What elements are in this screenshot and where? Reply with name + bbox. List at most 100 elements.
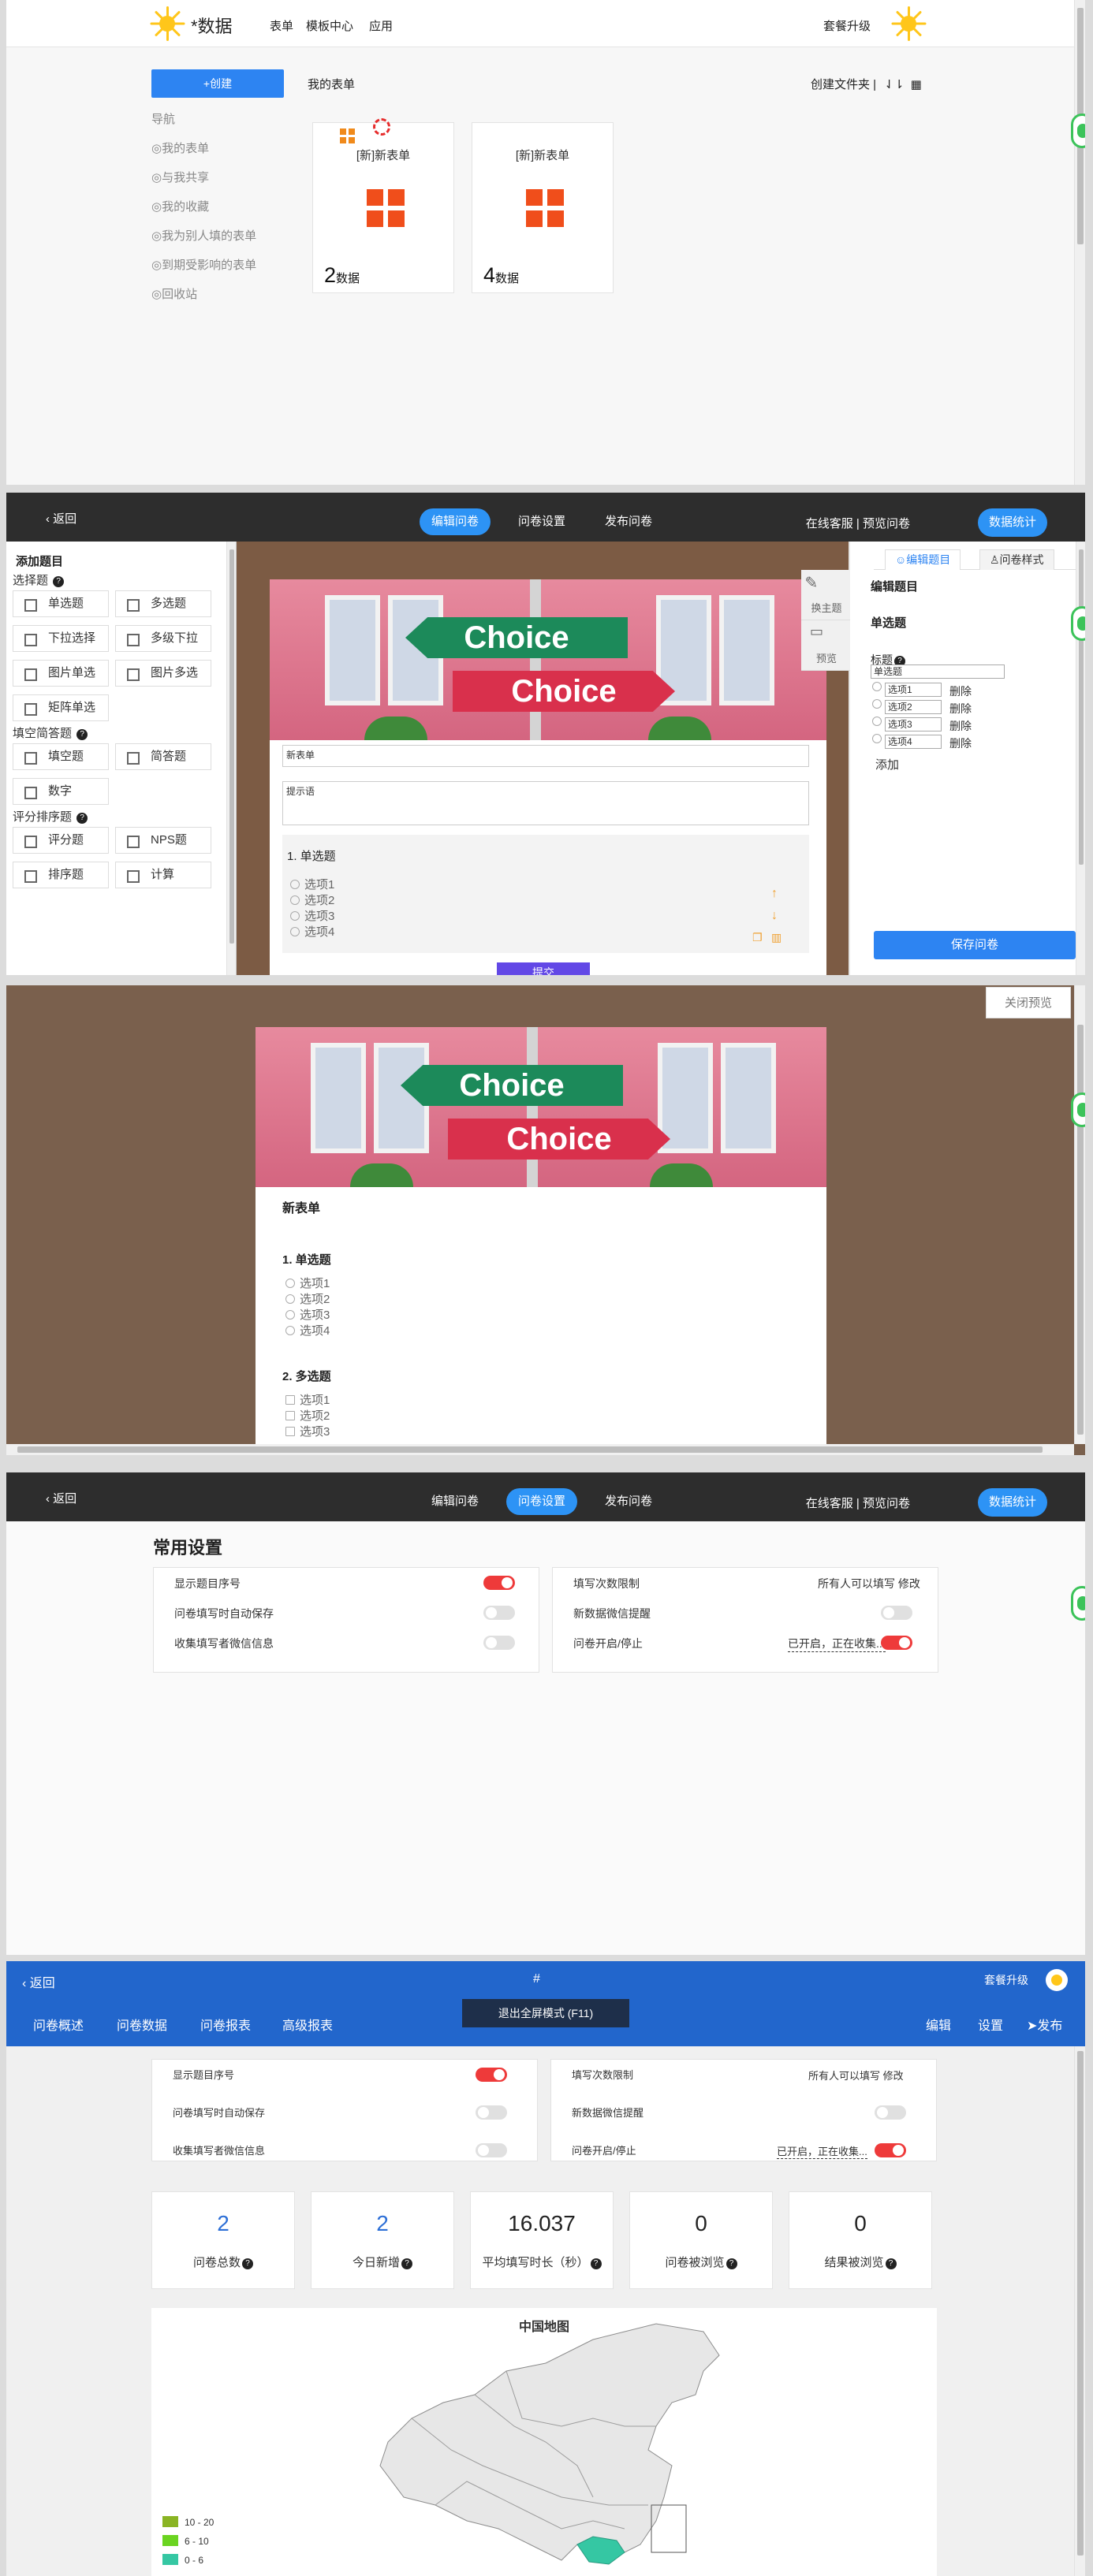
side-nav-shared[interactable]: ◎与我共享 [151,170,256,199]
option-input[interactable]: 选项2 [885,700,942,714]
settings-link[interactable]: 设置 [978,2015,1003,2034]
nav-forms[interactable]: 表单 [270,17,293,34]
toggle-wechat-alert[interactable] [875,2105,906,2120]
settings-gear-icon[interactable] [373,118,390,136]
tab-edit-survey[interactable]: 编辑问卷 [420,1488,491,1515]
q-number[interactable]: 数字 [13,778,109,805]
toggle-wechat-info[interactable] [476,2143,507,2157]
question-title[interactable]: 1. 单选题 [287,847,336,864]
tab-survey-report[interactable]: 问卷报表 [200,2015,251,2034]
q-calculation[interactable]: 计算 [115,862,211,888]
help-icon[interactable]: ? [76,813,88,824]
tab-edit-question[interactable]: ☺编辑题目 [885,549,961,570]
option-radio[interactable]: 选项3 [290,909,334,925]
option-radio[interactable]: 选项4 [290,925,334,940]
service-preview-links[interactable]: 在线客服 | 预览问卷 [806,1495,910,1511]
china-map[interactable] [151,2308,937,2576]
upgrade-link[interactable]: 套餐升级 [984,1972,1028,1988]
tab-edit-survey[interactable]: 编辑问卷 [420,508,491,535]
side-nav-recycle-bin[interactable]: ◎回收站 [151,287,256,316]
stats-scrollbar[interactable] [1074,2046,1085,2576]
trash-icon[interactable]: ▥ [771,931,782,944]
toggle-autosave[interactable] [483,1606,515,1620]
tab-survey-style[interactable]: ♙问卷样式 [979,549,1054,570]
side-nav-favorites[interactable]: ◎我的收藏 [151,199,256,229]
brand-name[interactable]: *数据 [191,13,233,38]
nav-templates[interactable]: 模板中心 [306,17,353,34]
tab-survey-data[interactable]: 问卷数据 [117,2015,167,2034]
status-value[interactable]: 已开启，正在收集... [788,1636,886,1652]
q-image-multi[interactable]: 图片多选 [115,660,211,687]
side-nav-my-forms[interactable]: ◎我的表单 [151,141,256,170]
q-short-answer[interactable]: 简答题 [115,743,211,770]
feedback-tab[interactable] [1071,114,1085,148]
toggle-show-number[interactable] [476,2068,507,2082]
toggle-open-close[interactable] [875,2143,906,2157]
data-stats-button[interactable]: 数据统计 [978,1488,1048,1517]
option-input[interactable]: 选项4 [885,735,942,749]
preview-checkbox[interactable]: 选项1 [285,1393,330,1409]
edit-limit-link[interactable]: 修改 [898,1577,920,1590]
preview-h-scrollbar[interactable] [6,1444,1074,1455]
preview-radio[interactable]: 选项4 [285,1323,330,1339]
tab-overview[interactable]: 问卷概述 [33,2015,84,2034]
create-button[interactable]: +创建 [151,69,284,98]
help-icon[interactable]: ? [401,2258,412,2269]
status-value[interactable]: 已开启，正在收集... [777,2143,867,2159]
upgrade-link[interactable]: 套餐升级 [823,17,871,34]
page-scrollbar[interactable] [1074,0,1085,485]
edit-limit-link[interactable]: 修改 [883,2070,904,2082]
form-title-input[interactable]: 新表单 [282,745,809,767]
q-multi-choice[interactable]: 多选题 [115,590,211,617]
preview-radio[interactable]: 选项1 [285,1276,330,1292]
help-icon[interactable]: ? [726,2258,737,2269]
delete-link[interactable]: 删除 [949,701,972,717]
preview-button[interactable]: ▭ 预览 [801,620,852,671]
q-nps[interactable]: NPS题 [115,827,211,854]
tab-advanced-report[interactable]: 高级报表 [282,2015,333,2034]
tab-publish-survey[interactable]: 发布问卷 [593,508,664,535]
preview-radio[interactable]: 选项3 [285,1308,330,1323]
question-title-input[interactable]: 单选题 [871,664,1005,679]
q-rating[interactable]: 评分题 [13,827,109,854]
close-preview-button[interactable]: 关闭预览 [986,987,1071,1018]
grid-view-icon[interactable]: ▦ [911,78,922,91]
form-card-title[interactable]: [新]新表单 [313,147,453,163]
sun-logo-icon[interactable] [150,6,185,41]
option-input[interactable]: 选项1 [885,683,942,697]
legend-item[interactable]: 0 - 6 [162,2554,203,2568]
preview-scrollbar[interactable] [1074,985,1085,1444]
q-single-choice[interactable]: 单选题 [13,590,109,617]
preview-checkbox[interactable]: 选项2 [285,1409,330,1424]
change-theme-button[interactable]: ✎ 换主题 [801,570,852,620]
delete-link[interactable]: 删除 [949,718,972,734]
tab-publish-survey[interactable]: 发布问卷 [593,1488,664,1515]
publish-link[interactable]: ➤发布 [1027,2015,1062,2034]
service-preview-links[interactable]: 在线客服 | 预览问卷 [806,515,910,531]
tab-survey-settings[interactable]: 问卷设置 [506,508,577,535]
question-block[interactable]: 1. 单选题 选项1 选项2 选项3 选项4 ↑ ↓ ❐ ▥ [282,835,809,953]
form-card-title[interactable]: [新]新表单 [472,147,613,163]
copy-icon[interactable]: ❐ [752,931,763,944]
toggle-open-close[interactable] [881,1636,912,1650]
move-up-icon[interactable]: ↑ [771,887,778,901]
q-multi-dropdown[interactable]: 多级下拉 [115,625,211,652]
tab-survey-settings[interactable]: 问卷设置 [506,1488,578,1515]
feedback-tab[interactable] [1071,1586,1085,1621]
side-nav-filled-for-others[interactable]: ◎我为别人填的表单 [151,229,256,258]
edit-link[interactable]: 编辑 [926,2015,951,2034]
form-card[interactable]: [新]新表单 2数据 [312,118,454,293]
delete-link[interactable]: 删除 [949,683,972,699]
back-link[interactable]: ‹ 返回 [46,510,76,527]
nav-apps[interactable]: 应用 [369,17,393,34]
preview-checkbox[interactable]: 选项3 [285,1424,330,1440]
form-card[interactable]: [新]新表单 4数据 [472,122,614,293]
toggle-autosave[interactable] [476,2105,507,2120]
option-input[interactable]: 选项3 [885,717,942,731]
delete-link[interactable]: 删除 [949,735,972,751]
exit-fullscreen-banner[interactable]: 退出全屏模式 (F11) [462,1999,629,2027]
q-image-single[interactable]: 图片单选 [13,660,109,687]
back-link[interactable]: ‹ 返回 [46,1490,76,1506]
q-fill-blank[interactable]: 填空题 [13,743,109,770]
feedback-tab[interactable] [1071,1093,1085,1127]
